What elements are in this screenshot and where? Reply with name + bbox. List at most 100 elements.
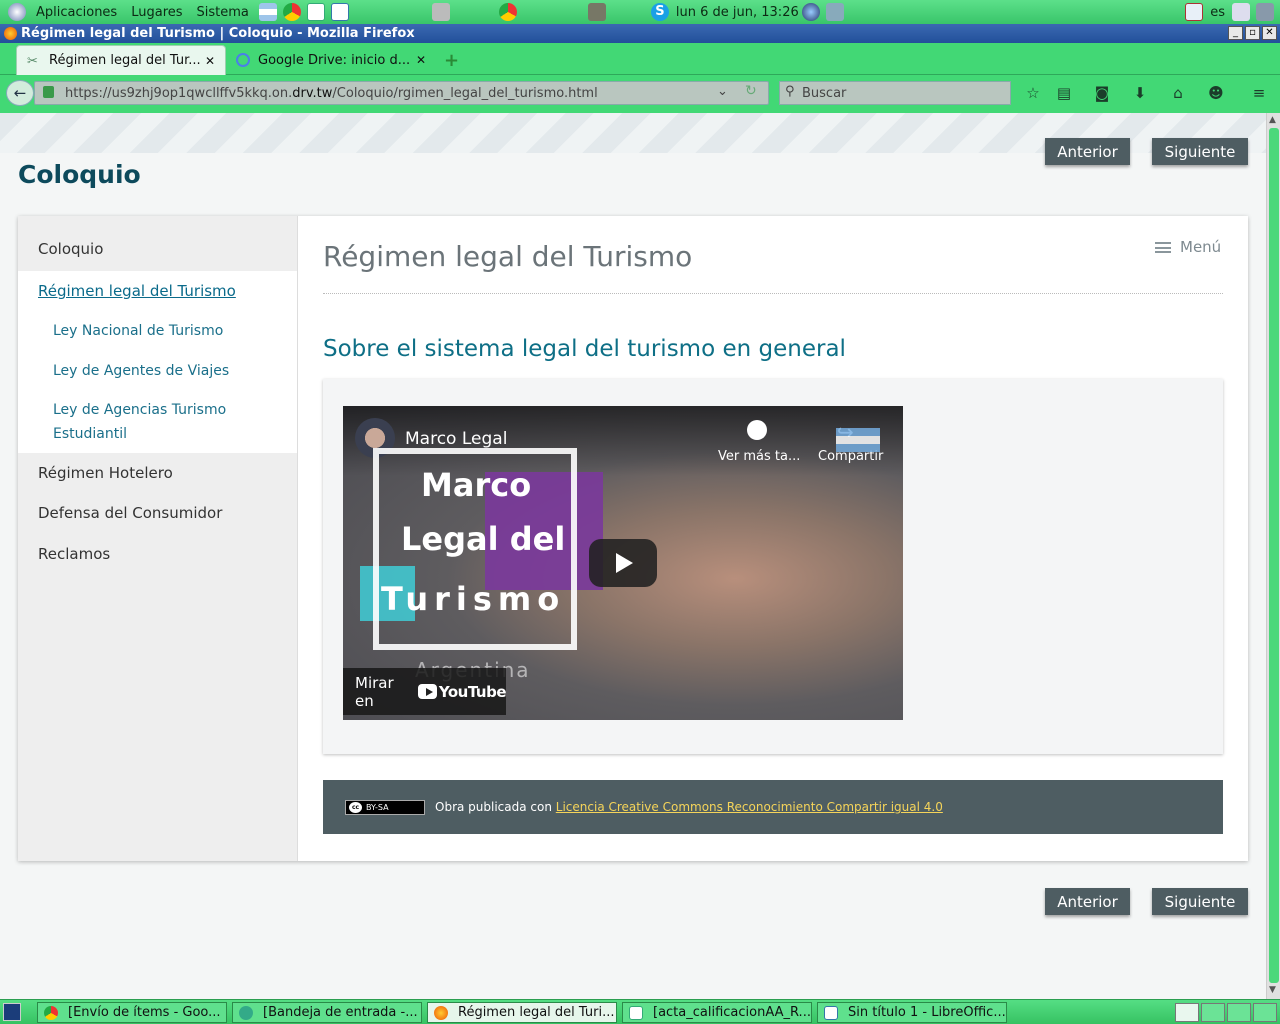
taskbar-item-libreoffice[interactable]: Sin título 1 - LibreOffic... [817,1002,1007,1023]
taskbar-label: Régimen legal del Turi... [458,1005,615,1020]
spreadsheet-icon [629,1005,643,1020]
network-icon[interactable] [825,3,844,21]
back-button[interactable]: ← [6,80,34,106]
sidebar-item-coloquio[interactable]: Coloquio [18,240,297,258]
site-title[interactable]: Coloquio [18,160,141,189]
prev-button-bottom[interactable]: Anterior [1045,888,1130,915]
sidebar-item-ley-nacional[interactable]: Ley Nacional de Turismo [18,319,297,343]
cc-license-badge[interactable]: cc BY-SA [345,799,425,815]
firefox-icon [4,27,17,40]
thunderbird-icon[interactable] [801,3,820,21]
next-button-bottom[interactable]: Siguiente [1152,888,1248,915]
search-icon: ⚲ [785,84,795,99]
close-window-button[interactable]: ✕ [1262,26,1277,40]
overlay-text-2: Legal del [401,520,566,558]
menu-label: Menú [1180,238,1222,256]
youtube-wordmark: YouTube [438,682,507,701]
page-scrollbar[interactable]: ▲ ▼ [1266,113,1280,999]
calculator-launcher-icon[interactable] [431,3,450,21]
sidebar-item-reclamos[interactable]: Reclamos [18,545,297,563]
keyboard-layout[interactable]: es [1210,5,1225,20]
sidebar-item-agentes-viajes[interactable]: Ley de Agentes de Viajes [18,359,297,383]
sidebar-item-consumidor[interactable]: Defensa del Consumidor [18,504,297,522]
document-launcher-icon[interactable] [330,3,349,21]
overlay-text-1: Marco [421,466,532,504]
spreadsheet-launcher-icon[interactable] [306,3,325,21]
play-icon [616,553,633,573]
applications-menu[interactable]: Aplicaciones [29,5,124,20]
download-icon[interactable]: ⬇ [1131,84,1149,102]
flag-launcher-icon[interactable] [258,3,277,21]
watch-later-label[interactable]: Ver más ta... [718,449,800,464]
search-bar[interactable]: ⚲ Buscar [779,81,1011,105]
tab-regimen-legal[interactable]: ✂ Régimen legal del Tur... ✕ [16,45,226,75]
search-placeholder: Buscar [802,85,847,101]
new-tab-icon[interactable]: + [444,50,459,71]
sidebar-item-agencias-turismo[interactable]: Ley de Agencias Turismo [18,398,297,422]
next-button-top[interactable]: Siguiente [1152,138,1248,165]
taskbar-item-acta[interactable]: [acta_calificacionAA_R... [622,1002,812,1023]
tab-bar: ✂ Régimen legal del Tur... ✕ Google Driv… [0,43,1280,75]
taskbar-item-bandeja[interactable]: [Bandeja de entrada -... [232,1002,422,1023]
distro-logo-icon[interactable] [8,3,26,21]
pocket-icon[interactable]: ◙ [1093,84,1111,102]
url-dropdown-icon[interactable]: ⌄ [717,84,728,99]
skype-launcher-icon[interactable]: S [650,3,669,21]
bookmark-star-icon[interactable]: ☆ [1024,84,1042,102]
close-tab-icon[interactable]: ✕ [416,53,426,67]
url-bar[interactable]: https://us9zhj9op1qwcllffv5kkq.on. drv.tw… [34,81,769,105]
minimize-button[interactable]: _ [1228,26,1243,40]
chrome-launcher-2-icon[interactable] [498,3,517,21]
mail-icon [239,1005,253,1020]
reading-list-icon[interactable]: ▤ [1055,84,1073,102]
bottom-taskbar: [Envío de ítems - Goo... [Bandeja de ent… [0,999,1280,1024]
taskbar-item-envio[interactable]: [Envío de ítems - Goo... [37,1002,227,1023]
volume-icon[interactable] [1232,3,1250,21]
gimp-launcher-icon[interactable] [587,3,606,21]
sidebar-item-regimen-legal[interactable]: Régimen legal del Turismo [18,271,297,311]
taskbar-item-firefox[interactable]: Régimen legal del Turi... [427,1002,617,1023]
clock-icon[interactable] [747,420,767,440]
dropbox-icon[interactable] [1185,3,1204,21]
places-menu[interactable]: Lugares [124,5,189,20]
maximize-button[interactable]: ▫ [1245,26,1260,40]
window-titlebar[interactable]: Régimen legal del Turismo | Coloquio - M… [0,24,1280,43]
show-desktop-icon[interactable] [3,1003,21,1021]
reload-icon[interactable]: ↻ [745,83,757,99]
google-favicon-icon [236,53,250,67]
workspace-1-icon[interactable] [1175,1003,1199,1022]
play-button[interactable] [589,539,657,587]
url-domain: drv.tw [292,85,333,101]
menu-button[interactable]: Menú [1155,238,1221,256]
license-text: Obra publicada con [435,800,552,814]
scrollbar-thumb[interactable] [1269,128,1279,983]
hamburger-menu-icon[interactable]: ≡ [1250,84,1268,102]
system-menu[interactable]: Sistema [190,5,256,20]
overlay-text-3: Turismo [381,580,566,618]
workspace-3-icon[interactable] [1227,1003,1251,1022]
youtube-embed[interactable]: Marco Legal Ver más ta... ↪ Compartir Ma… [343,406,903,720]
scroll-down-icon[interactable]: ▼ [1269,985,1276,995]
workspace-4-icon[interactable] [1253,1003,1277,1022]
chrome-launcher-icon[interactable] [282,3,301,21]
taskbar-label: [Envío de ítems - Goo... [68,1005,221,1020]
home-icon[interactable]: ⌂ [1169,84,1187,102]
tab-google-drive[interactable]: Google Drive: inicio d... ✕ [226,45,436,75]
prev-button-top[interactable]: Anterior [1045,138,1130,165]
sidebar: Coloquio Régimen legal del Turismo Ley N… [18,216,298,861]
video-title[interactable]: Marco Legal [405,429,507,449]
cc-badge-label: BY-SA [366,802,389,812]
clock[interactable]: lun 6 de jun, 13:26 [676,5,799,20]
hamburger-icon [1155,241,1171,253]
sidebar-item-hotelero[interactable]: Régimen Hotelero [18,464,297,482]
watch-on-youtube-button[interactable]: Mirar en YouTube [343,668,507,715]
user-switch-icon[interactable] [1256,3,1274,21]
section-heading: Sobre el sistema legal del turismo en ge… [323,336,846,362]
scroll-up-icon[interactable]: ▲ [1269,115,1276,125]
workspace-2-icon[interactable] [1201,1003,1225,1022]
license-footer: cc BY-SA Obra publicada con Licencia Cre… [323,780,1223,834]
close-tab-icon[interactable]: ✕ [205,54,215,68]
license-link[interactable]: Licencia Creative Commons Reconocimiento… [556,800,943,814]
chat-icon[interactable]: ☻ [1207,84,1225,102]
sidebar-item-agencias-turismo-cont[interactable]: Estudiantil [18,422,297,446]
